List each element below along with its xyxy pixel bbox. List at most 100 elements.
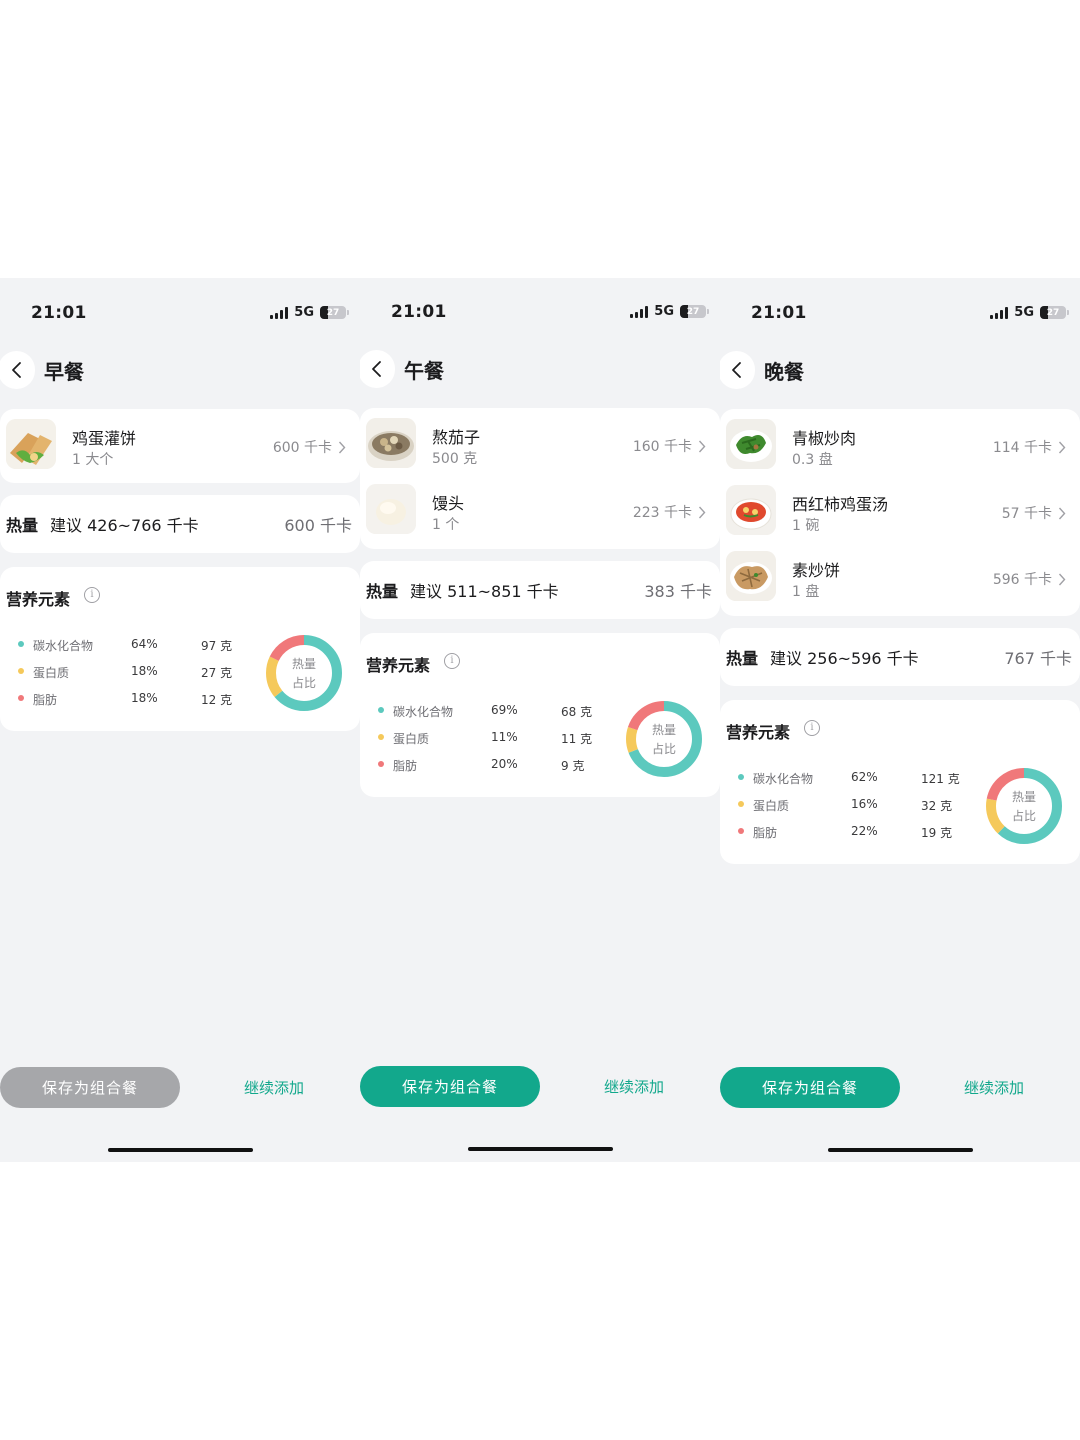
back-button[interactable] [720,351,755,389]
nutrient-percent: 64% [131,637,158,651]
donut-label-line1: 热量 [651,723,676,737]
food-list: 鸡蛋灌饼 1 大个 600 千卡 [0,409,360,483]
save-combo-button[interactable]: 保存为组合餐 [360,1066,540,1107]
fat-dot [378,761,384,767]
nutrient-row-carbs: 碳水化合物 69% 68 克 [360,701,610,721]
nutrient-row-carbs: 碳水化合物 64% 97 克 [0,635,250,655]
back-button[interactable] [0,351,35,389]
food-calories: 57 千卡 [1002,503,1066,523]
chevron-right-icon [1058,441,1066,453]
chevron-left-icon [731,362,741,378]
food-item[interactable]: 素炒饼 1 盘 596 千卡 [720,543,1080,609]
food-item[interactable]: 西红柿鸡蛋汤 1 碗 57 千卡 [720,477,1080,543]
battery-icon: 27 [1040,306,1069,319]
calorie-summary: 热量 建议 256~596 千卡 767 千卡 [720,628,1080,686]
status-icons: 5G 27 [270,305,349,320]
continue-add-button[interactable]: 继续添加 [952,1077,1036,1098]
info-icon[interactable]: i [444,653,460,669]
nutrient-grams: 97 克 [201,639,233,653]
food-item[interactable]: 青椒炒肉 0.3 盘 114 千卡 [720,411,1080,477]
donut-label-line1: 热量 [291,657,316,671]
phone-screen-lunch: 21:01 5G 27 午餐 熬茄子 500 克 160 千卡 馒头 1 个 2… [360,278,720,1162]
nutrient-percent: 11% [491,730,518,744]
nutrition-title: 营养元素 [726,723,791,742]
nutrient-percent: 69% [491,703,518,717]
nutrient-grams: 11 克 [561,732,593,746]
nutrient-grams: 68 克 [561,705,593,719]
nutrient-row-fat: 脂肪 18% 12 克 [0,689,250,709]
donut-label-line2: 占比 [651,742,676,756]
food-item[interactable]: 鸡蛋灌饼 1 大个 600 千卡 [0,411,360,477]
status-time: 21:01 [751,303,807,323]
food-calories: 114 千卡 [993,437,1066,457]
protein-dot [738,801,744,807]
calorie-suggestion: 建议 426~766 千卡 [50,516,199,535]
nutrient-percent: 18% [131,691,158,705]
page-title: 午餐 [404,359,444,383]
food-item[interactable]: 馒头 1 个 223 千卡 [360,476,720,542]
nutrient-percent: 16% [851,797,878,811]
signal-icon [270,306,289,319]
tomato-egg-soup-thumbnail [726,485,776,535]
food-name: 西红柿鸡蛋汤 [792,495,889,514]
food-calories: 160 千卡 [633,436,706,456]
food-calories: 223 千卡 [633,502,706,522]
egg-pancake-thumbnail [6,419,56,469]
save-combo-button[interactable]: 保存为组合餐 [720,1067,900,1108]
save-combo-button[interactable]: 保存为组合餐 [0,1067,180,1108]
food-calories: 600 千卡 [273,437,346,457]
food-calories-value: 160 千卡 [632,439,692,455]
food-quantity: 1 个 [432,517,460,533]
food-calories-value: 223 千卡 [632,505,692,521]
network-label: 5G [654,304,674,319]
donut-label-line1: 热量 [1011,790,1036,804]
nutrient-percent: 18% [131,664,158,678]
nutrient-row-protein: 蛋白质 18% 27 克 [0,662,250,682]
food-name: 馒头 [432,494,465,513]
nutrient-row-carbs: 碳水化合物 62% 121 克 [720,768,970,788]
pepper-pork-thumbnail [726,419,776,469]
info-icon[interactable]: i [84,587,100,603]
nutrient-name: 脂肪 [753,826,778,840]
fried-pancake-thumbnail [726,551,776,601]
calorie-label: 热量 [366,582,399,601]
nutrient-name: 脂肪 [33,693,58,707]
donut-label: 热量 占比 [265,655,343,693]
nutrient-name: 碳水化合物 [753,772,814,786]
nutrient-name: 蛋白质 [393,732,430,746]
info-icon[interactable]: i [804,720,820,736]
chevron-left-icon [371,361,381,377]
nutrient-percent: 22% [851,824,878,838]
nav-bar: 晚餐 [720,351,1080,389]
nutrient-name: 蛋白质 [753,799,790,813]
phone-screen-breakfast: 21:01 5G 27 早餐 鸡蛋灌饼 1 大个 600 千卡 热量 建议 42… [0,278,360,1162]
food-calories-value: 114 千卡 [992,440,1052,456]
battery-level: 27 [1046,307,1060,318]
nutrient-grams: 27 克 [201,666,233,680]
continue-add-button[interactable]: 继续添加 [592,1076,676,1097]
battery-icon: 27 [680,305,709,318]
food-item[interactable]: 熬茄子 500 克 160 千卡 [360,410,720,476]
food-name: 熬茄子 [432,428,481,447]
chevron-right-icon [1058,573,1066,585]
calorie-label: 热量 [726,649,759,668]
chevron-right-icon [1058,507,1066,519]
nutrient-name: 蛋白质 [33,666,70,680]
calorie-summary: 热量 建议 426~766 千卡 600 千卡 [0,495,360,553]
battery-level: 27 [326,307,340,318]
calorie-label: 热量 [6,516,39,535]
nutrient-grams: 121 克 [921,772,960,786]
nutrient-percent: 62% [851,770,878,784]
food-calories-value: 57 千卡 [1001,506,1052,522]
carbs-dot [738,774,744,780]
chevron-right-icon [698,440,706,452]
home-indicator [468,1147,613,1151]
calorie-summary: 热量 建议 511~851 千卡 383 千卡 [360,561,720,619]
signal-icon [990,306,1009,319]
nutrient-row-fat: 脂肪 22% 19 克 [720,822,970,842]
back-button[interactable] [360,350,395,388]
continue-add-button[interactable]: 继续添加 [232,1077,316,1098]
food-calories: 596 千卡 [993,569,1066,589]
calorie-total: 767 千卡 [1004,649,1072,668]
nav-bar: 午餐 [360,350,720,388]
